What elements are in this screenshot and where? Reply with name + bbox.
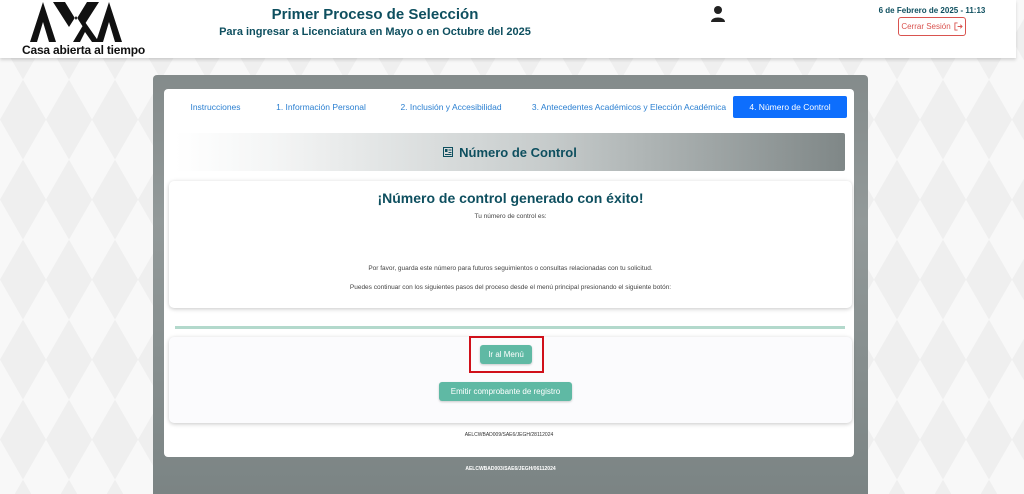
tab-instrucciones[interactable]: Instrucciones [176,96,255,118]
tab-antecedentes-academicos[interactable]: 3. Antecedentes Académicos y Elección Ac… [524,96,734,118]
main-panel: Instrucciones 1. Información Personal 2.… [153,75,868,494]
content-card: Instrucciones 1. Información Personal 2.… [164,89,854,457]
logo-text: Casa abierta al tiempo [22,43,145,57]
save-note: Por favor, guarda este número para futur… [368,265,653,272]
page-subtitle: Para ingresar a Licenciatura en Mayo o e… [219,26,531,38]
id-card-icon [443,147,454,157]
receipt-button[interactable]: Emitir comprobante de registro [439,382,572,401]
section-title: Número de Control [459,144,577,160]
tab-numero-de-control[interactable]: 4. Número de Control [733,96,847,118]
uam-logo-mark [30,2,122,42]
actions-box: Ir al Menú Emitir comprobante de registr… [169,336,852,423]
control-number-label: Tu número de control es: [474,213,547,220]
divider [175,326,845,329]
form-code: AELCWBAD009/SAE6/JEGH/28112024 [464,432,554,438]
page-title: Primer Proceso de Selección [271,6,479,23]
continue-note: Puedes continuar con los siguientes paso… [349,284,672,291]
tab-informacion-personal[interactable]: 1. Información Personal [264,96,378,118]
section-header: Número de Control [175,133,845,171]
success-title: ¡Número de control generado con éxito! [377,190,644,206]
user-icon[interactable] [709,5,727,23]
menu-button[interactable]: Ir al Menú [480,345,532,364]
datetime-label: 6 de Febrero de 2025 - 11:13 [878,6,986,15]
page-code: AELCWBAD003/SAE6/JEGH/06112024 [465,466,556,472]
success-message-box: ¡Número de control generado con éxito! T… [169,181,852,308]
logout-icon [954,22,963,31]
step-tabs: Instrucciones 1. Información Personal 2.… [176,96,847,118]
tab-inclusion-accesibilidad[interactable]: 2. Inclusión y Accesibilidad [388,96,514,118]
logout-button[interactable]: Cerrar Sesión [898,17,966,36]
uam-logo: Casa abierta al tiempo [22,2,145,57]
top-header: Casa abierta al tiempo Primer Proceso de… [0,0,1016,58]
logout-label: Cerrar Sesión [901,22,951,31]
